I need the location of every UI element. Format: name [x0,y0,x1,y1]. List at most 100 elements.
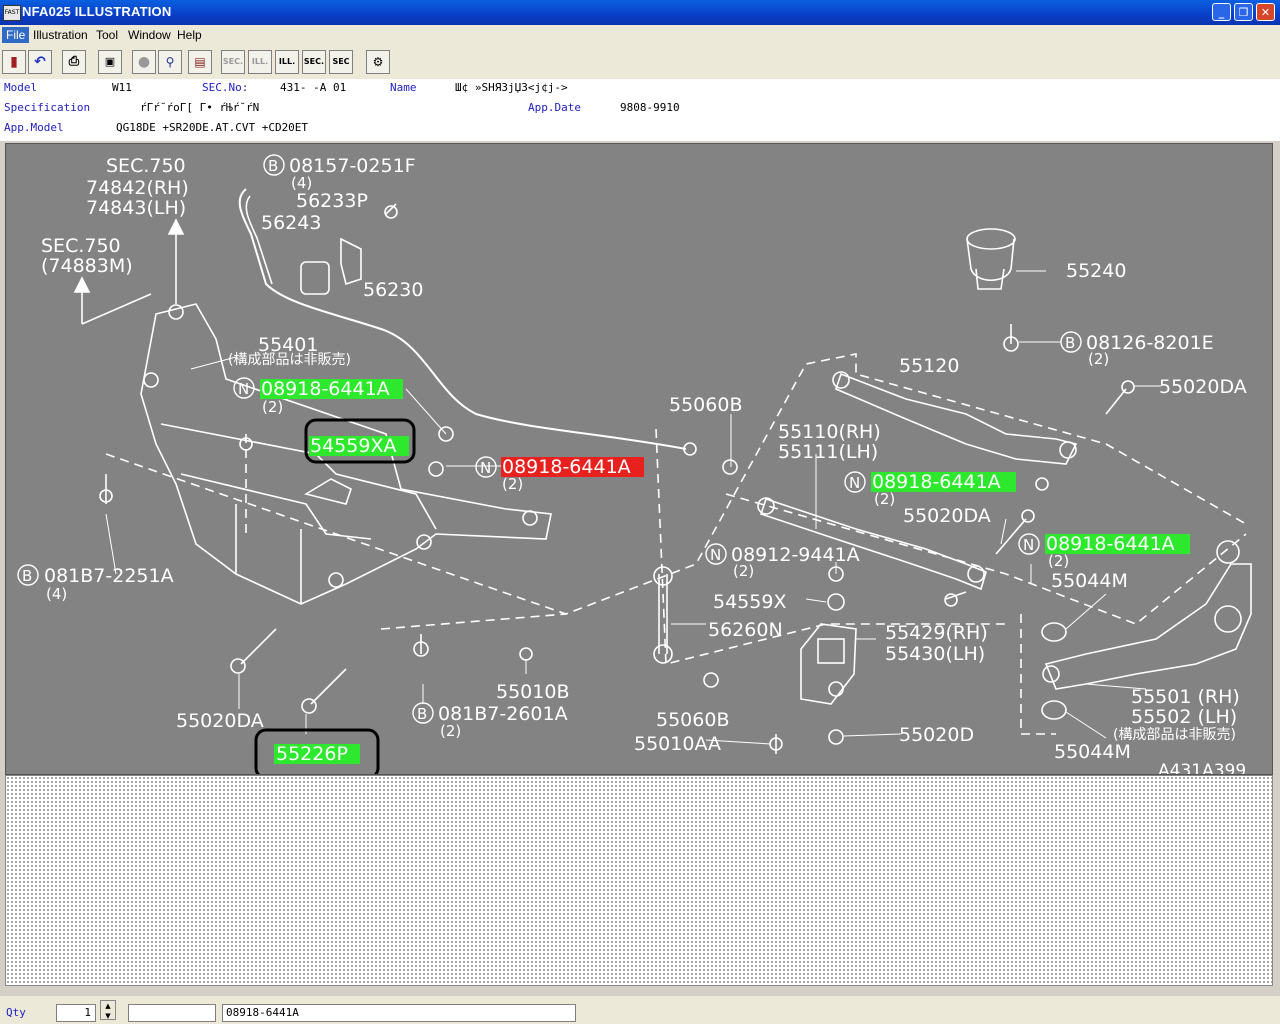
label-55060b-bottom[interactable]: 55060B [656,709,729,731]
label-circle-b1: B [268,157,278,175]
screen-icon[interactable]: ▣ [98,50,122,74]
qty-spinner[interactable]: ▲ ▼ [100,1000,116,1020]
label-74843[interactable]: 74843(LH) [86,197,186,219]
label-56243[interactable]: 56243 [261,212,321,234]
close-button[interactable]: ✕ [1256,3,1275,21]
label-54559x[interactable]: 54559X [713,591,786,613]
model-value: W11 [112,81,132,94]
model-label: Model [4,81,38,94]
label-55502[interactable]: 55502 (LH) [1131,706,1237,728]
status-field [128,1004,216,1022]
label-circle-n3: N [710,546,721,564]
zoom-icon[interactable]: ⚲ [158,50,182,74]
sec-prev-button[interactable]: SEC. [221,50,245,74]
label-56233p[interactable]: 56233P [296,190,368,212]
label-n2q: (2) [502,475,523,493]
print-icon[interactable]: ⎙ [62,50,86,74]
label-sec750a[interactable]: SEC.750 [106,155,186,177]
help-icon[interactable]: ⚙ [366,50,390,74]
part-number-field: 08918-6441A [222,1004,576,1022]
label-circle-n5: N [1023,536,1034,554]
spec-value: ŕГŕ˘ŕoГ[ Г• ŕЊŕ˘ŕN [140,101,260,114]
bump-stop-55240[interactable] [966,228,1016,290]
parts-list-area[interactable] [5,775,1273,986]
appdate-value: 9808-9910 [620,101,680,114]
label-55060b-top[interactable]: 55060B [669,394,742,416]
label-n1-highlighted[interactable]: 08918-6441A [261,378,390,400]
restore-button[interactable]: ❐ [1234,3,1253,21]
label-b4q: (2) [1088,350,1109,368]
label-circle-b2: B [22,567,32,585]
exit-icon[interactable]: ▮ [2,50,26,74]
label-circle-b3: B [417,705,427,723]
status-bar: Qty 1 ▲ ▼ 08918-6441A [0,996,1280,1024]
ill-next-button[interactable]: ILL. [275,50,299,74]
label-55044m-top[interactable]: 55044M [1051,570,1128,592]
qty-input[interactable]: 1 [56,1004,96,1022]
bracket-55429[interactable] [800,623,857,705]
label-55240[interactable]: 55240 [1066,260,1126,282]
label-55429[interactable]: 55429(RH) [885,622,988,644]
menu-help[interactable]: Help [173,27,206,43]
label-74883[interactable]: (74883M) [41,255,133,277]
label-n4q: (2) [874,490,895,508]
label-b2[interactable]: 081B7-2251A [44,565,174,587]
appdate-label: App.Date [528,101,581,114]
label-55020da-mid[interactable]: 55020DA [903,505,991,527]
window-title: NFA025 ILLUSTRATION [22,4,172,19]
menu-illustration[interactable]: Illustration [29,27,92,43]
menu-tool[interactable]: Tool [92,27,122,43]
menu-file[interactable]: File [2,27,30,43]
label-n5q: (2) [1048,552,1069,570]
book-icon[interactable]: ▤ [188,50,212,74]
minimize-button[interactable]: _ [1212,3,1231,21]
circle-icon[interactable]: ● [132,50,156,74]
label-54559xa-highlighted[interactable]: 54559XA [310,435,396,457]
info-panel: Model W11 SEC.No: 431- -A 01 Name Ш¢ »SH… [0,79,1280,141]
label-55020da-right[interactable]: 55020DA [1159,376,1247,398]
label-circle-n2: N [480,459,491,477]
qty-label: Qty [6,1006,26,1019]
name-label: Name [390,81,417,94]
label-n1q: (2) [262,398,283,416]
label-drawing-code: A431A399 [1158,761,1246,775]
label-circle-n1: N [238,380,249,398]
label-56230[interactable]: 56230 [363,279,423,301]
label-55430[interactable]: 55430(LH) [885,643,985,665]
label-circle-b4: B [1065,334,1075,352]
bushing-56243[interactable] [300,237,362,295]
spec-label: Specification [4,101,91,114]
illustration-canvas[interactable]: SEC.750 74842(RH) 74843(LH) SEC.750 (748… [5,143,1273,775]
label-n3q: (2) [733,562,754,580]
ill-prev-button[interactable]: ILL. [248,50,272,74]
label-note1: (構成部品は非販売) [228,352,351,368]
sec-search-button[interactable]: SEC [329,50,353,74]
toolbar: ▮ ↶ ⎙ ▣ ● ⚲ ▤ SEC. ILL. ILL. SEC. SEC ⚙ [0,45,1280,80]
label-55020d[interactable]: 55020D [899,724,974,746]
undo-icon[interactable]: ↶ [28,50,52,74]
label-55120[interactable]: 55120 [899,355,959,377]
menu-bar: File Illustration Tool Window Help [0,25,1280,45]
label-55044m-bottom[interactable]: 55044M [1054,741,1131,763]
label-55501[interactable]: 55501 (RH) [1131,686,1240,708]
title-bar: FAST NFA025 ILLUSTRATION _ ❐ ✕ [0,0,1280,25]
label-55010aa[interactable]: 55010AA [634,733,721,755]
label-b3q: (2) [440,722,461,740]
app-icon: FAST [3,5,21,21]
secno-value: 431- -A 01 [280,81,347,94]
label-55111[interactable]: 55111(LH) [778,441,878,463]
label-55020da-left[interactable]: 55020DA [176,710,264,732]
menu-window[interactable]: Window [124,27,175,43]
label-note2: (構成部品は非販売) [1113,727,1236,743]
label-b2q: (4) [46,585,67,603]
label-circle-n4: N [849,474,860,492]
label-56260n[interactable]: 56260N [708,619,783,641]
label-74842[interactable]: 74842(RH) [86,177,189,199]
secno-label: SEC.No: [202,81,249,94]
label-sec750b[interactable]: SEC.750 [41,235,121,257]
label-55110[interactable]: 55110(RH) [778,421,881,443]
label-55226p-highlighted[interactable]: 55226P [276,743,348,765]
appmodel-label: App.Model [4,121,64,134]
sec-next-button[interactable]: SEC. [302,50,326,74]
label-55010b[interactable]: 55010B [496,681,569,703]
